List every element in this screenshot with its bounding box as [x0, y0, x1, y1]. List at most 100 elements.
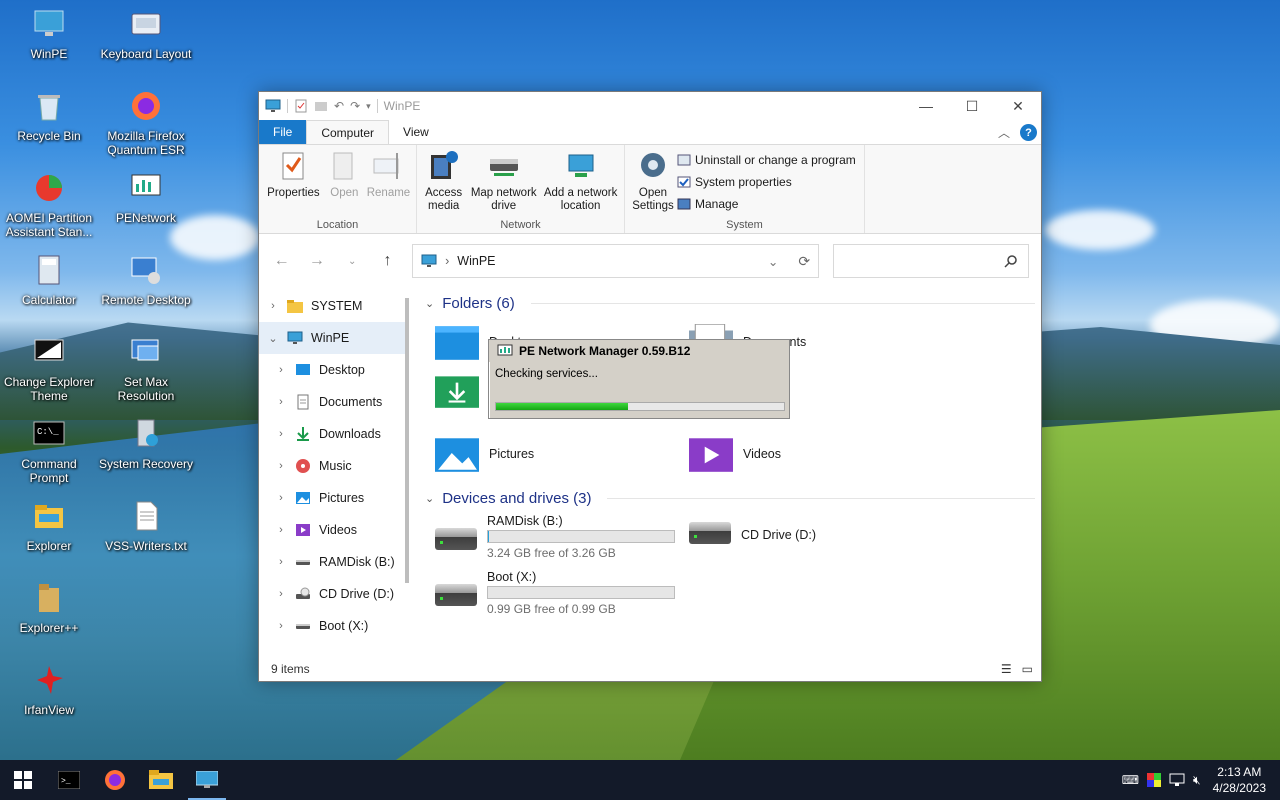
refresh-icon[interactable]: ⟳: [798, 253, 810, 270]
dialog-title: PE Network Manager 0.59.B12: [519, 344, 691, 358]
volume-muted-icon[interactable]: 🔇︎: [1193, 773, 1201, 788]
desktop-icon-label: PENetwork: [115, 211, 177, 225]
map-drive-icon: [489, 159, 518, 176]
nav-item-ramdisk-b[interactable]: › RAMDisk (B:): [259, 546, 409, 578]
tab-file[interactable]: File: [259, 120, 307, 144]
maximize-button[interactable]: ☐: [949, 92, 995, 120]
desktop-icon-penetwork[interactable]: PENetwork: [98, 172, 194, 225]
back-button[interactable]: ←: [271, 252, 292, 270]
desktop-icon-vss-writers-txt[interactable]: VSS-Writers.txt: [98, 500, 194, 553]
address-dropdown-icon[interactable]: ⌄: [768, 254, 778, 269]
chevron-right-icon[interactable]: ›: [267, 588, 295, 600]
videos-icon: [296, 524, 310, 536]
minimize-button[interactable]: —: [903, 92, 949, 120]
close-button[interactable]: ✕: [995, 92, 1041, 120]
desktop-icon-command-prompt[interactable]: C:\_ Command Prompt: [1, 418, 97, 485]
chevron-right-icon[interactable]: ›: [267, 396, 295, 408]
color-icon[interactable]: [1147, 773, 1162, 787]
nav-scrollbar[interactable]: [405, 298, 409, 583]
folders-section-header[interactable]: ⌄ Folders (6): [419, 290, 1035, 316]
chevron-right-icon[interactable]: ›: [267, 460, 295, 472]
collapse-ribbon-icon[interactable]: ︿: [998, 124, 1010, 141]
drive-ramdisk-b[interactable]: RAMDisk (B:) 3.24 GB free of 3.26 GB: [435, 514, 675, 560]
drive-label: RAMDisk (B:): [487, 514, 563, 528]
desktop-icon-explorer[interactable]: Explorer++: [1, 582, 97, 635]
tab-view[interactable]: View: [389, 120, 443, 144]
desktop-icon-explorer[interactable]: Explorer: [1, 500, 97, 553]
forward-button[interactable]: →: [306, 252, 327, 270]
address-bar[interactable]: › WinPE ⌄ ⟳: [412, 244, 820, 278]
navigation-pane: › SYSTEM ⌄ WinPE › Desktop › Documents › Download…: [259, 290, 409, 660]
start-button[interactable]: [0, 760, 46, 800]
chevron-right-icon[interactable]: ›: [267, 524, 295, 536]
desktop-icon-mozilla-firefox-quantum-esr[interactable]: Mozilla Firefox Quantum ESR: [98, 90, 194, 157]
desktop-icon-keyboard-layout[interactable]: Keyboard Layout: [98, 8, 194, 61]
nav-item-winpe[interactable]: ⌄ WinPE: [259, 322, 409, 354]
nav-item-downloads[interactable]: › Downloads: [259, 418, 409, 450]
undo-icon[interactable]: ↶: [334, 99, 344, 113]
customize-qa-icon[interactable]: ▾: [366, 101, 371, 112]
clock[interactable]: 2:13 AM 4/28/2023: [1209, 764, 1270, 796]
desktop-icon-winpe[interactable]: WinPE: [1, 8, 97, 61]
group-name-network: Network: [500, 219, 541, 231]
chevron-down-icon[interactable]: ⌄: [259, 332, 287, 345]
manage-button[interactable]: Manage: [677, 195, 856, 212]
chevron-right-icon[interactable]: ›: [267, 364, 295, 376]
taskbar-winpe-window[interactable]: [184, 760, 230, 800]
nav-item-music[interactable]: › Music: [259, 450, 409, 482]
chevron-right-icon[interactable]: ›: [259, 300, 287, 312]
desktop-icon-change-explorer-theme[interactable]: Change Explorer Theme: [1, 336, 97, 403]
new-folder-qa-icon[interactable]: [314, 99, 328, 113]
chevron-right-icon[interactable]: ›: [267, 556, 295, 568]
taskbar-cmd[interactable]: >_: [46, 760, 92, 800]
folder-pictures[interactable]: Pictures: [435, 436, 534, 472]
irfanview-icon: [37, 666, 63, 694]
desktop-icon-label: WinPE: [30, 47, 68, 61]
drive-boot-x[interactable]: Boot (X:) 0.99 GB free of 0.99 GB: [435, 570, 675, 616]
chevron-right-icon[interactable]: ›: [267, 492, 295, 504]
chevron-right-icon[interactable]: ›: [267, 620, 295, 632]
desktop-icon-irfanview[interactable]: IrfanView: [1, 664, 97, 717]
chevron-right-icon[interactable]: ›: [267, 428, 295, 440]
videos-folder-icon: [689, 438, 733, 472]
desktop-icon-recycle-bin[interactable]: Recycle Bin: [1, 90, 97, 143]
taskbar-firefox[interactable]: [92, 760, 138, 800]
system-properties-icon: [677, 176, 691, 187]
nav-item-documents[interactable]: › Documents: [259, 386, 409, 418]
nav-item-cd-drive-d[interactable]: › CD Drive (D:): [259, 578, 409, 610]
desktop-icon-calculator[interactable]: Calculator: [1, 254, 97, 307]
folder-videos[interactable]: Videos: [689, 436, 781, 472]
help-icon[interactable]: ?: [1020, 124, 1037, 141]
rename-icon: [373, 153, 399, 179]
desktop-icon-set-max-resolution[interactable]: Set Max Resolution: [98, 336, 194, 403]
taskbar: >_ ⌨ 🔇︎ 2:13 AM 4/28/2023: [0, 760, 1280, 800]
nav-item-desktop[interactable]: › Desktop: [259, 354, 409, 386]
uninstall-program-button[interactable]: Uninstall or change a program: [677, 151, 856, 168]
monitor-icon: [34, 10, 64, 36]
search-input[interactable]: [833, 244, 1029, 278]
system-properties-button[interactable]: System properties: [677, 173, 856, 190]
keyboard-icon[interactable]: ⌨: [1122, 773, 1139, 787]
nav-item-pictures[interactable]: › Pictures: [259, 482, 409, 514]
network-icon[interactable]: [1169, 773, 1185, 787]
pictures-icon: [296, 492, 310, 504]
desktop-icon-remote-desktop[interactable]: Remote Desktop: [98, 254, 194, 307]
drives-section-header[interactable]: ⌄ Devices and drives (3): [419, 485, 1035, 511]
properties-qa-icon[interactable]: [294, 99, 308, 113]
nav-item-boot-x[interactable]: › Boot (X:): [259, 610, 409, 642]
desktop-icon-label: AOMEI Partition Assistant Stan...: [5, 211, 93, 239]
recent-locations-button[interactable]: ⌄: [342, 256, 363, 267]
resolution-icon: [131, 339, 159, 361]
taskbar-explorer[interactable]: [138, 760, 184, 800]
tab-computer[interactable]: Computer: [306, 120, 390, 144]
drive-cd-drive-d[interactable]: CD Drive (D:): [689, 514, 816, 544]
large-icons-view-icon[interactable]: ▭: [1022, 662, 1033, 676]
nav-item-videos[interactable]: › Videos: [259, 514, 409, 546]
nav-item-label: Boot (X:): [319, 619, 369, 633]
nav-item-system[interactable]: › SYSTEM: [259, 290, 409, 322]
desktop-icon-system-recovery[interactable]: System Recovery: [98, 418, 194, 471]
up-button[interactable]: ↑: [377, 252, 398, 270]
redo-icon[interactable]: ↷: [350, 99, 360, 113]
desktop-icon-aomei-partition-assistant-stan[interactable]: AOMEI Partition Assistant Stan...: [1, 172, 97, 239]
details-view-icon[interactable]: ☰: [1001, 662, 1012, 676]
